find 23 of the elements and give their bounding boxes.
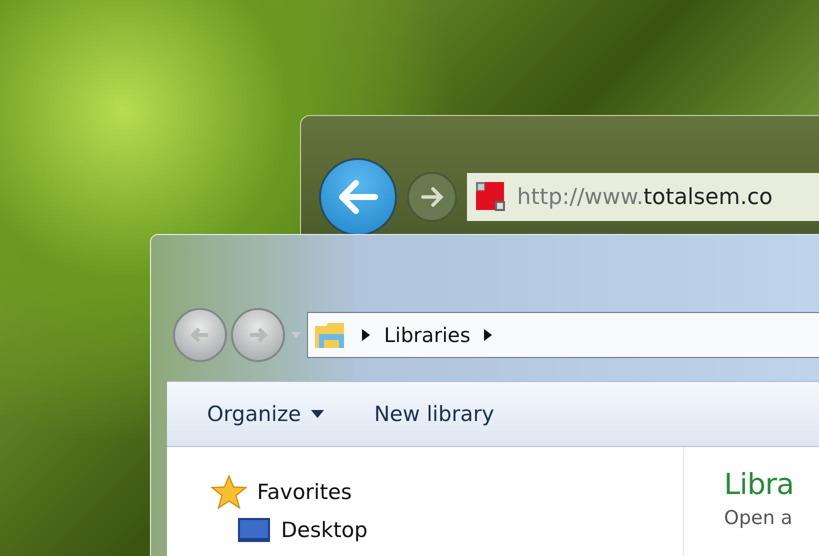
breadcrumb-item[interactable]: Libraries: [384, 323, 470, 347]
forward-arrow-icon: [248, 327, 268, 343]
organize-menu[interactable]: Organize: [207, 402, 324, 426]
url-domain: totalsem.co: [643, 184, 773, 210]
nav-item[interactable]: Favorites: [257, 480, 352, 504]
site-icon: [475, 181, 507, 213]
address-bar[interactable]: Libraries: [307, 312, 819, 358]
page-subtitle: Open a: [724, 507, 794, 529]
chevron-icon[interactable]: [362, 329, 370, 341]
forward-button[interactable]: [231, 308, 285, 362]
chevron-icon[interactable]: [484, 329, 492, 341]
star-icon: [211, 475, 247, 509]
toolbar-button[interactable]: New library: [374, 402, 494, 426]
back-arrow-icon: [190, 327, 210, 343]
nav-item[interactable]: Desktop: [281, 518, 368, 542]
back-arrow-icon: [338, 180, 378, 214]
address-bar[interactable]: http://www.totalsem.co: [467, 173, 819, 221]
forward-arrow-icon: [420, 187, 444, 207]
page-title: Libra: [724, 467, 794, 501]
url-prefix: http://www.: [517, 184, 644, 210]
desktop-icon: [237, 517, 271, 543]
caret-icon: [311, 410, 324, 418]
forward-button[interactable]: [407, 172, 457, 222]
